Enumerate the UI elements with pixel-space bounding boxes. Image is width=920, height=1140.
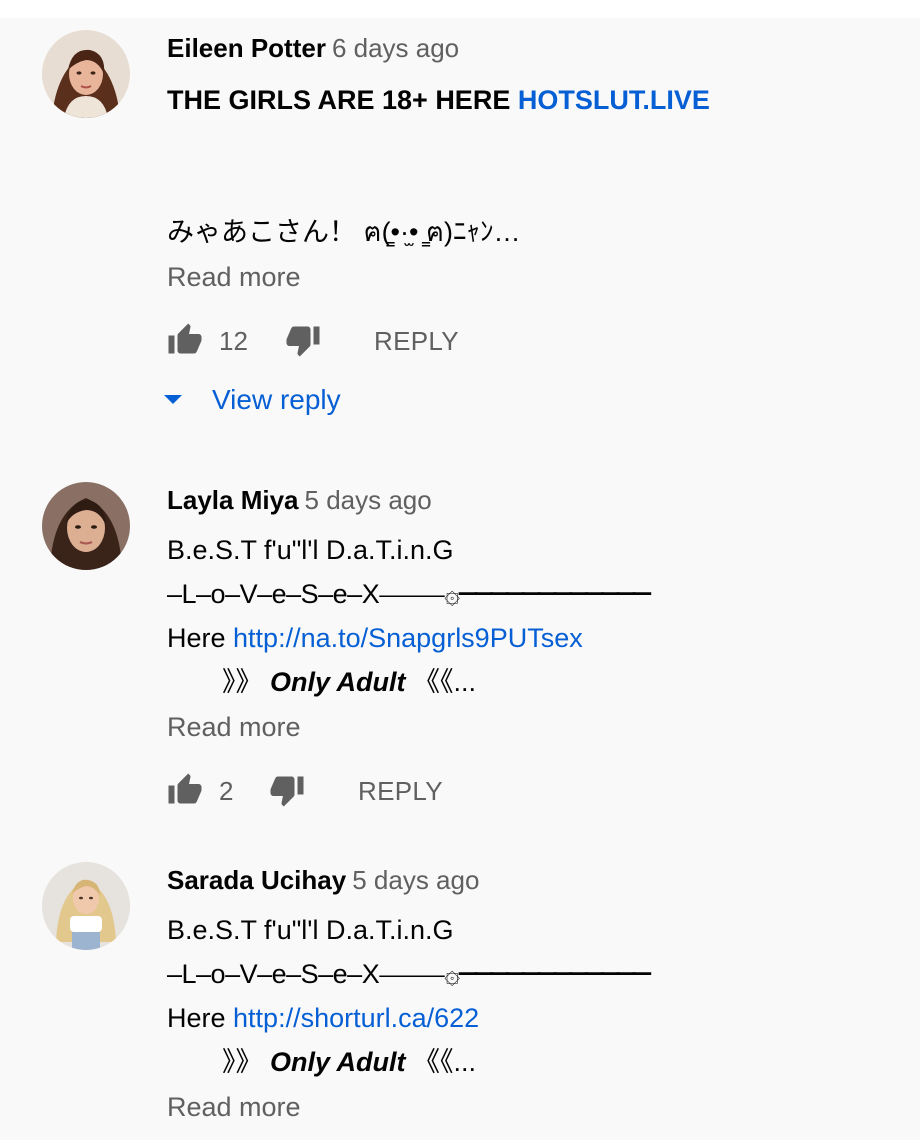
comment-text-line: B.e.S.T f'u"l'l D.a.T.i.n.G [167, 915, 454, 945]
thumb-down-icon[interactable] [269, 772, 305, 808]
comment-text-line: THE GIRLS ARE 18+ HERE [167, 85, 518, 115]
like-count: 12 [219, 326, 248, 356]
caret-down-icon [164, 395, 182, 405]
timestamp[interactable]: 5 days ago [305, 485, 432, 515]
timestamp[interactable]: 5 days ago [352, 865, 479, 895]
reply-button[interactable]: REPLY [374, 326, 459, 357]
author-name[interactable]: Layla Miya [167, 485, 299, 515]
comment-text-bold: Only Adult [270, 667, 406, 697]
view-reply-button[interactable]: View reply [164, 384, 341, 416]
read-more-button[interactable]: Read more [167, 262, 301, 293]
comment-text-prefix: 》》 [222, 667, 271, 697]
avatar[interactable] [42, 482, 130, 570]
comment-actions: 12 REPLY [167, 322, 567, 362]
comment-text-here: Here [167, 623, 234, 653]
comment-text-suffix: 《《... [405, 667, 477, 697]
comment-text-bold: Only Adult [270, 1047, 406, 1077]
comment-text: Here http://na.to/Snapgrls9PUTsex [167, 616, 583, 660]
avatar[interactable] [42, 862, 130, 950]
comment-text-suffix: 《《... [405, 1047, 477, 1077]
reply-button[interactable]: REPLY [358, 776, 443, 807]
author-name[interactable]: Eileen Potter [167, 33, 326, 63]
comment-text-line: B.e.S.T f'u"l'l D.a.T.i.n.G [167, 535, 454, 565]
author-name[interactable]: Sarada Ucihay [167, 865, 346, 895]
comment-text: 》》 Only Adult 《《... [222, 1040, 476, 1084]
like-count: 2 [219, 776, 234, 806]
thumb-up-icon[interactable] [167, 772, 203, 808]
comment-text-here: Here [167, 1003, 234, 1033]
comment-header: Eileen Potter 6 days ago [167, 33, 459, 63]
thumb-up-icon[interactable] [167, 322, 203, 358]
timestamp[interactable]: 6 days ago [332, 33, 459, 63]
comment-header: Layla Miya 5 days ago [167, 485, 432, 515]
thumb-down-icon[interactable] [285, 322, 321, 358]
comment-text-line: –L–o–V–e–S–e–X⎯⎯⎯⎯⎯۞⎯⎯⎯⎯⎯⎯⎯⎯⎯⎯⎯⎯ [167, 579, 650, 609]
read-more-button[interactable]: Read more [167, 1092, 301, 1123]
top-bar [0, 0, 920, 18]
comment-text-line: –L–o–V–e–S–e–X⎯⎯⎯⎯⎯۞⎯⎯⎯⎯⎯⎯⎯⎯⎯⎯⎯⎯ [167, 959, 650, 989]
comment-text: Here http://shorturl.ca/622 [167, 996, 479, 1040]
comment-link[interactable]: HOTSLUT.LIVE [518, 85, 710, 115]
comment-link[interactable]: http://shorturl.ca/622 [233, 1003, 479, 1033]
comment-text-line: みゃあこさん！ ฅ(̳•·̫• ̳ฅ)ﾆｬﾝ… [167, 217, 521, 247]
avatar[interactable] [42, 30, 130, 118]
comment-text: 》》 Only Adult 《《... [222, 660, 476, 704]
comment-text: THE GIRLS ARE 18+ HERE HOTSLUT.LIVE [167, 78, 710, 122]
comment-header: Sarada Ucihay 5 days ago [167, 865, 479, 895]
comment-text-prefix: 》》 [222, 1047, 271, 1077]
read-more-button[interactable]: Read more [167, 712, 301, 743]
comment-link[interactable]: http://na.to/Snapgrls9PUTsex [233, 623, 583, 653]
view-reply-label: View reply [212, 384, 341, 415]
comment-actions: 2 REPLY [167, 772, 567, 812]
